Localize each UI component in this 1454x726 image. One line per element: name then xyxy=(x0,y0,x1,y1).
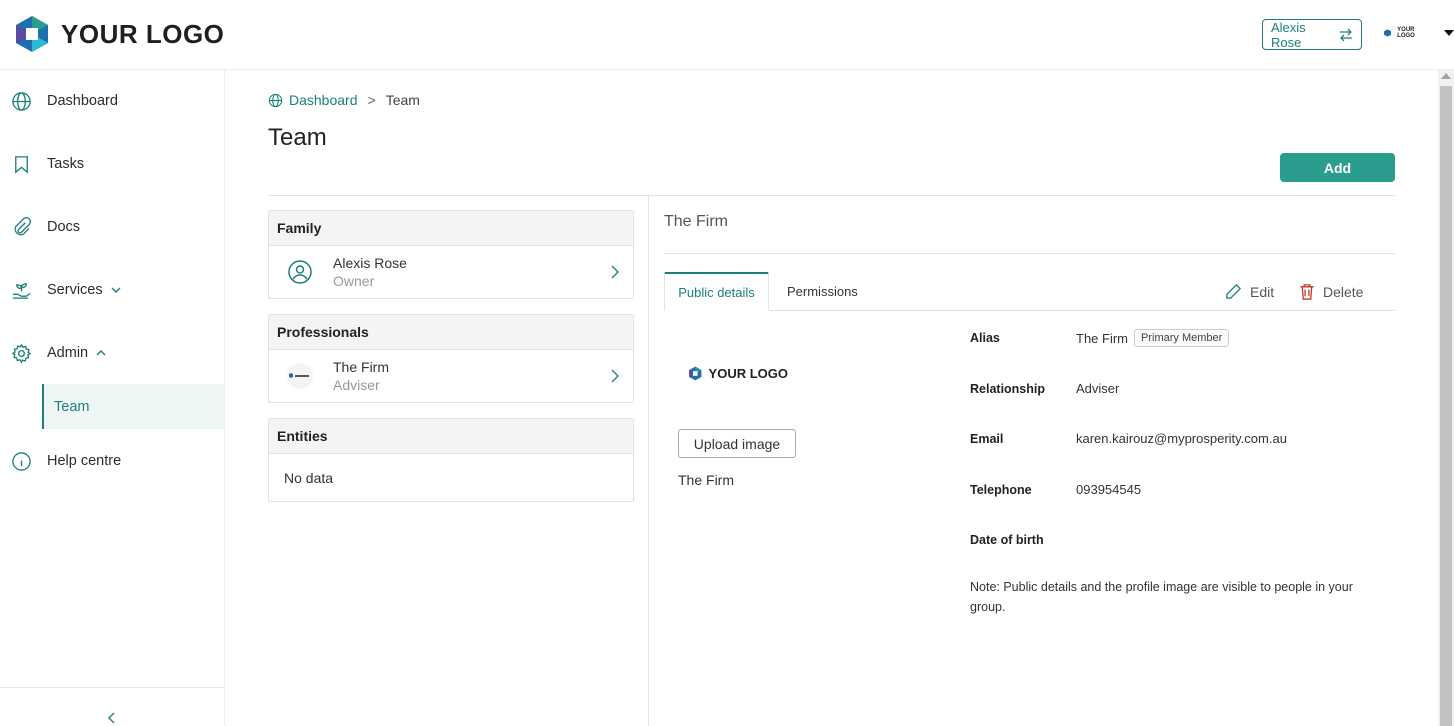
trash-icon xyxy=(1300,284,1314,300)
sidebar-item-label: Services xyxy=(47,282,103,298)
sidebar-collapse-area xyxy=(0,687,224,726)
sidebar-item-services[interactable]: Services xyxy=(0,268,224,312)
firm-profile-logo: YOUR LOGO xyxy=(688,364,788,383)
sidebar-item-help-centre[interactable]: Help centre xyxy=(0,439,224,483)
scrollbar-thumb[interactable] xyxy=(1440,86,1452,726)
bookmark-icon xyxy=(15,155,28,174)
delete-button[interactable]: Delete xyxy=(1299,283,1363,300)
pencil-icon xyxy=(1226,283,1242,299)
breadcrumb-current: Team xyxy=(385,92,420,108)
divider xyxy=(664,253,1395,254)
caret-down-icon xyxy=(1444,30,1454,36)
edit-label: Edit xyxy=(1250,283,1275,300)
upload-image-button[interactable]: Upload image xyxy=(678,429,796,458)
chevron-right-icon xyxy=(611,265,619,279)
member-role: Adviser xyxy=(333,377,380,393)
scroll-up-arrow-icon[interactable] xyxy=(1441,73,1451,79)
firm-avatar xyxy=(287,363,313,389)
relationship-value: Adviser xyxy=(1076,381,1120,396)
breadcrumb-separator: > xyxy=(367,92,376,108)
relationship-label: Relationship xyxy=(970,382,1046,396)
swap-arrows-icon xyxy=(1340,28,1353,41)
info-icon xyxy=(12,451,31,471)
logo-hexagon-icon xyxy=(16,16,48,52)
organisation-menu[interactable]: YOUR LOGO xyxy=(1384,27,1454,39)
family-card: Family Alexis Rose Owner xyxy=(268,210,634,299)
breadcrumb-dashboard-link[interactable]: Dashboard xyxy=(289,92,358,108)
edit-button[interactable]: Edit xyxy=(1225,283,1274,300)
sidebar-item-label: Help centre xyxy=(47,453,122,469)
alias-text: The Firm xyxy=(1076,330,1128,346)
telephone-label: Telephone xyxy=(970,483,1032,497)
gear-icon xyxy=(11,343,32,363)
logo-hexagon-icon xyxy=(689,366,702,381)
divider xyxy=(268,195,1395,196)
user-avatar-icon xyxy=(288,260,312,284)
empty-state-text: No data xyxy=(284,469,334,486)
sidebar-item-dashboard[interactable]: Dashboard xyxy=(0,79,224,123)
sidebar-item-admin[interactable]: Admin xyxy=(0,331,224,375)
list-item[interactable]: Alexis Rose Owner xyxy=(269,246,633,298)
date-of-birth-label: Date of birth xyxy=(970,533,1044,547)
mini-logo-icon xyxy=(289,373,309,378)
primary-member-badge: Primary Member xyxy=(1134,329,1230,347)
globe-icon xyxy=(12,91,31,111)
collapse-sidebar-chevron-left-icon[interactable] xyxy=(106,711,118,725)
brand-logo[interactable]: YOUR LOGO xyxy=(13,14,224,54)
sidebar-item-label: Admin xyxy=(47,345,89,361)
mini-logo-icon xyxy=(1384,29,1392,37)
sidebar-item-label: Dashboard xyxy=(47,93,118,109)
alias-value: The Firm Primary Member xyxy=(1076,329,1230,347)
member-name: Alexis Rose xyxy=(333,255,407,271)
page-title: Team xyxy=(268,124,327,151)
tab-permissions[interactable]: Permissions xyxy=(787,272,858,311)
member-role: Owner xyxy=(333,273,375,289)
delete-label: Delete xyxy=(1323,283,1364,300)
list-item[interactable]: The Firm Adviser xyxy=(269,350,633,402)
entities-card: Entities No data xyxy=(268,418,634,502)
firm-logo-text: YOUR LOGO xyxy=(708,366,788,381)
switch-user-button[interactable]: Alexis Rose xyxy=(1262,19,1362,50)
mini-logo-text: YOUR LOGO xyxy=(1397,27,1415,39)
globe-icon xyxy=(268,93,283,107)
logo-text: YOUR LOGO xyxy=(61,18,225,49)
sidebar-item-docs[interactable]: Docs xyxy=(0,205,224,249)
chevron-up-icon xyxy=(96,350,106,356)
telephone-value: 093954545 xyxy=(1076,482,1142,497)
family-card-title: Family xyxy=(269,211,633,246)
email-label: Email xyxy=(970,432,1004,446)
sidebar-item-team[interactable]: Team xyxy=(42,384,224,429)
chevron-down-icon xyxy=(111,287,121,293)
sidebar-item-label: Docs xyxy=(47,219,81,235)
sidebar-item-tasks[interactable]: Tasks xyxy=(0,142,224,186)
firm-display-name: The Firm xyxy=(678,472,734,488)
privacy-note: Note: Public details and the profile ima… xyxy=(970,580,1353,614)
plant-hand-icon xyxy=(12,282,31,299)
member-info: The Firm Adviser xyxy=(333,359,389,393)
add-button[interactable]: Add xyxy=(1280,153,1395,182)
sidebar-item-label: Tasks xyxy=(47,156,85,172)
member-name: The Firm xyxy=(333,359,389,375)
tab-public-details[interactable]: Public details xyxy=(664,272,769,311)
top-header: YOUR LOGO Alexis Rose YOUR LOGO xyxy=(0,0,1454,70)
breadcrumb: Dashboard > Team xyxy=(268,92,420,108)
detail-title: The Firm xyxy=(664,213,728,230)
tabs-baseline xyxy=(664,310,1395,311)
paperclip-icon xyxy=(14,216,31,235)
email-value: karen.kairouz@myprosperity.com.au xyxy=(1076,431,1287,446)
alias-label: Alias xyxy=(970,331,1000,345)
switch-user-label: Alexis Rose xyxy=(1271,19,1306,50)
professionals-card: Professionals The Firm Adviser xyxy=(268,314,634,403)
sidebar: Dashboard Tasks Docs Services Admin Team… xyxy=(0,70,225,726)
professionals-card-title: Professionals xyxy=(269,315,633,350)
member-info: Alexis Rose Owner xyxy=(333,255,407,289)
panel-divider xyxy=(648,196,649,726)
entities-card-title: Entities xyxy=(269,419,633,454)
chevron-right-icon xyxy=(611,369,619,383)
